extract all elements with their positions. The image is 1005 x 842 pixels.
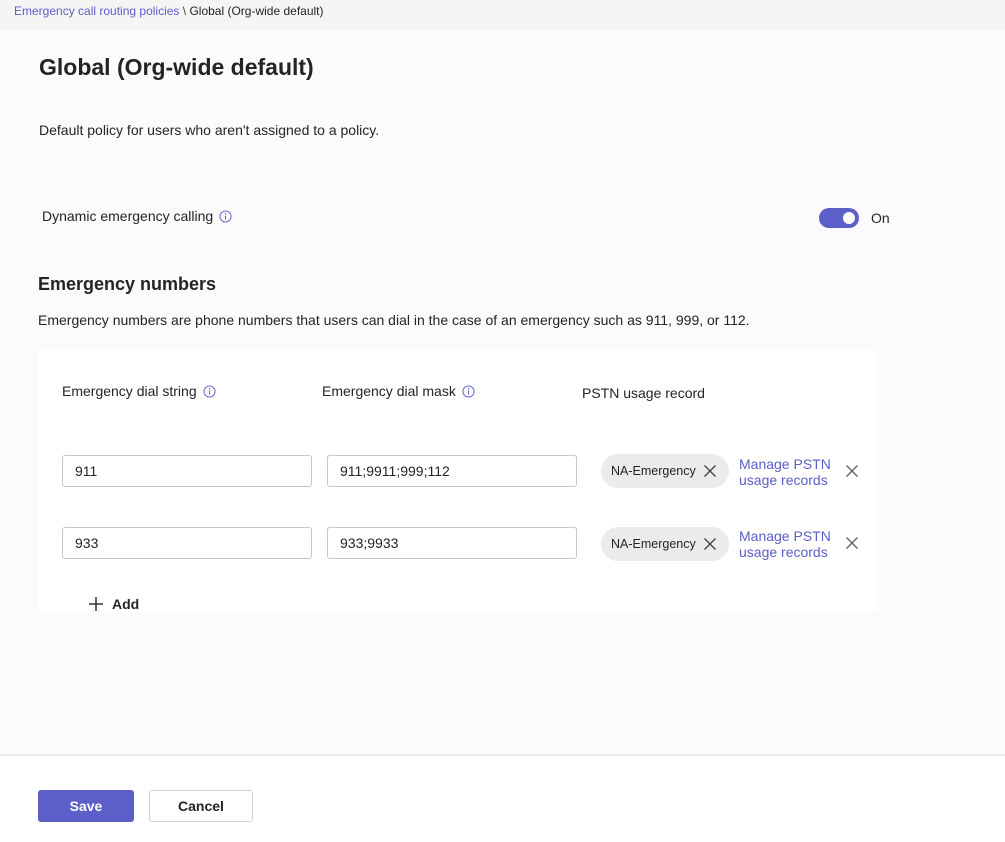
section-description: Emergency numbers are phone numbers that… <box>38 312 750 328</box>
manage-pstn-link[interactable]: Manage PSTN usage records <box>739 456 835 488</box>
close-icon[interactable] <box>703 537 717 551</box>
toggle-state-label: On <box>871 210 890 226</box>
column-header-dial-string: Emergency dial string <box>62 383 216 399</box>
page-title: Global (Org-wide default) <box>39 54 314 80</box>
info-icon[interactable] <box>462 384 475 398</box>
save-button[interactable]: Save <box>38 790 134 822</box>
breadcrumb-link-policies[interactable]: Emergency call routing policies <box>14 4 179 18</box>
dynamic-calling-label: Dynamic emergency calling <box>42 208 214 224</box>
footer: Save Cancel <box>0 756 1005 842</box>
column-header-dial-mask: Emergency dial mask <box>322 383 475 399</box>
breadcrumb: Emergency call routing policies \ Global… <box>0 0 1005 30</box>
page-root: Emergency call routing policies \ Global… <box>0 0 1005 842</box>
breadcrumb-separator: \ <box>182 4 187 18</box>
manage-pstn-link[interactable]: Manage PSTN usage records <box>739 528 835 560</box>
breadcrumb-current: Global (Org-wide default) <box>189 4 324 18</box>
pstn-usage-chip: NA-Emergency <box>601 454 729 488</box>
column-header-label: PSTN usage record <box>582 385 705 401</box>
dial-string-input[interactable] <box>62 527 312 559</box>
column-header-label: Emergency dial mask <box>322 383 456 399</box>
emergency-numbers-table: Emergency dial string Emergency dial mas… <box>38 350 878 612</box>
dial-mask-input[interactable] <box>327 527 577 559</box>
close-icon[interactable] <box>845 464 859 478</box>
column-header-label: Emergency dial string <box>62 383 197 399</box>
pstn-chip-label: NA-Emergency <box>611 537 696 551</box>
pstn-usage-chip: NA-Emergency <box>601 527 729 561</box>
plus-icon <box>89 597 103 611</box>
main-content: Global (Org-wide default) Default policy… <box>0 30 1005 754</box>
info-icon[interactable] <box>219 209 232 223</box>
cancel-button[interactable]: Cancel <box>149 790 253 822</box>
page-description: Default policy for users who aren't assi… <box>39 122 380 138</box>
toggle-knob <box>843 212 855 224</box>
pstn-chip-label: NA-Emergency <box>611 464 696 478</box>
dynamic-calling-label-group: Dynamic emergency calling <box>42 208 232 224</box>
info-icon[interactable] <box>203 384 216 398</box>
close-icon[interactable] <box>703 464 717 478</box>
dial-string-input[interactable] <box>62 455 312 487</box>
add-button-label: Add <box>112 596 140 612</box>
add-emergency-number-button[interactable]: Add <box>88 596 139 612</box>
close-icon[interactable] <box>845 536 859 550</box>
column-header-pstn: PSTN usage record <box>582 385 705 401</box>
dynamic-calling-toggle[interactable] <box>819 208 859 228</box>
dial-mask-input[interactable] <box>327 455 577 487</box>
section-title-emergency-numbers: Emergency numbers <box>38 274 217 294</box>
